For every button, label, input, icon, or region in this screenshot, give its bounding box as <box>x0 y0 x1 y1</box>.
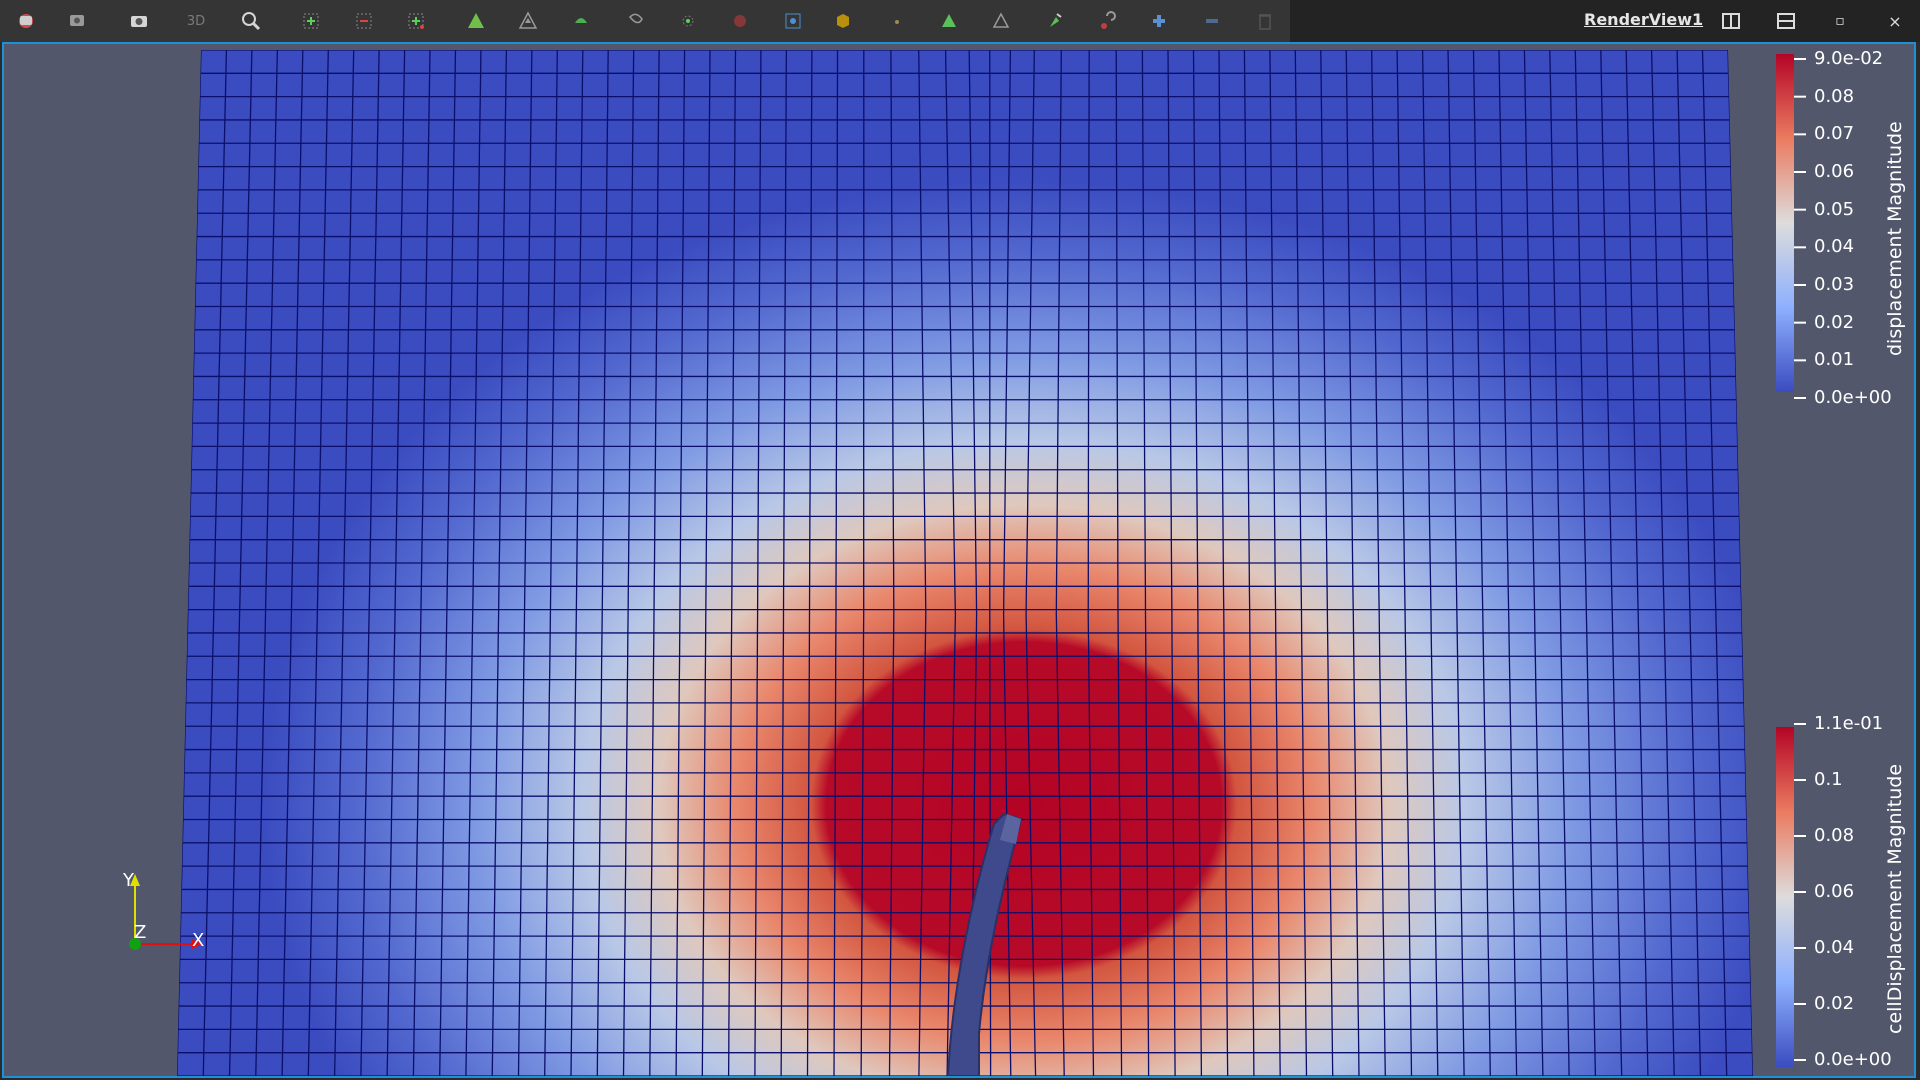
subtract-selection-icon[interactable] <box>1198 7 1226 35</box>
color-legend-bar-bottom[interactable] <box>1776 727 1794 1067</box>
select-points-polygon-icon[interactable] <box>567 7 595 35</box>
select-points-on-icon[interactable] <box>350 7 378 35</box>
color-legend-bar-top[interactable] <box>1776 54 1794 392</box>
close-view-button[interactable]: × <box>1882 9 1908 33</box>
clear-selection-icon[interactable] <box>1093 7 1121 35</box>
view-toolstrip: 3D <box>0 0 1290 43</box>
split-horizontal-icon[interactable] <box>1718 9 1744 33</box>
reset-camera-closest-icon[interactable] <box>63 7 91 35</box>
legend-top-tick-label: 0.07 <box>1814 123 1855 145</box>
render-view-toolbar: 3D RenderView1 ▫ × <box>0 0 1920 43</box>
legend-bottom-tick-label: 0.06 <box>1814 881 1855 902</box>
legend-top-title: displacement Magnitude <box>1884 121 1906 356</box>
legend-bottom-tick-label: 0.08 <box>1814 825 1855 846</box>
legend-bottom-tick-label: 0.02 <box>1814 993 1855 1014</box>
delete-selection-icon[interactable] <box>1251 7 1279 35</box>
legend-top-tick-label: 9.0e-02 <box>1814 48 1884 69</box>
shrink-selection-icon[interactable] <box>987 7 1015 35</box>
legend-top-tick-label: 0.02 <box>1814 311 1855 333</box>
toggle-3d-button[interactable]: 3D <box>182 7 210 35</box>
split-vertical-icon[interactable] <box>1773 9 1799 33</box>
legend-tick-marks <box>1794 58 1806 1061</box>
legend-top-tick-label: 0.04 <box>1814 236 1855 258</box>
grow-selection-icon[interactable] <box>935 7 963 35</box>
legend-top-tick-label: 0.08 <box>1814 85 1855 107</box>
add-selection-icon[interactable] <box>1145 7 1173 35</box>
hover-points-icon[interactable] <box>726 7 754 35</box>
select-cells-polygon-icon[interactable] <box>514 7 542 35</box>
legend-bottom-tick-label: 0.0e+00 <box>1814 1049 1892 1070</box>
axis-x-label: X <box>192 930 205 951</box>
select-cells-through-icon[interactable] <box>402 7 430 35</box>
axis-y-label: Y <box>123 870 134 891</box>
legend-top-tick-label: 0.03 <box>1814 274 1855 295</box>
zoom-to-box-icon[interactable] <box>237 7 265 35</box>
legend-top-tick-label: 0.01 <box>1814 349 1855 371</box>
interactive-select-points-icon[interactable] <box>674 7 702 35</box>
hover-cells-icon[interactable] <box>779 7 807 35</box>
maximize-view-button[interactable]: ▫ <box>1827 9 1853 33</box>
select-blocks-icon[interactable] <box>829 7 857 35</box>
interactive-select-cells-icon[interactable] <box>622 7 650 35</box>
interactive-select-blocks-icon[interactable] <box>883 7 911 35</box>
legend-bottom-tick-label: 0.1 <box>1814 769 1843 790</box>
view-title[interactable]: RenderView1 <box>1584 10 1703 29</box>
capture-screenshot-icon[interactable] <box>125 7 153 35</box>
legend-top-tick-label: 0.05 <box>1814 198 1855 220</box>
select-cells-on-icon[interactable] <box>297 7 325 35</box>
render-viewport[interactable]: Y Z X 9.0e-02 0.08 0.07 0.06 0.05 0.04 0.03 0.0… <box>2 42 1916 1078</box>
render-scene[interactable] <box>4 44 1914 1076</box>
legend-bottom-tick-label: 1.1e-01 <box>1814 713 1884 734</box>
legend-bottom-title: cellDisplacement Magnitude <box>1884 763 1906 1034</box>
reset-camera-icon[interactable] <box>12 7 40 35</box>
legend-bottom-tick-label: 0.04 <box>1814 937 1855 958</box>
legend-top-tick-label: 0.06 <box>1814 161 1855 182</box>
legend-top-tick-label: 0.0e+00 <box>1814 387 1892 408</box>
edit-selection-icon[interactable] <box>1040 7 1068 35</box>
select-points-through-icon[interactable] <box>462 7 490 35</box>
axis-z-label: Z <box>134 922 147 943</box>
